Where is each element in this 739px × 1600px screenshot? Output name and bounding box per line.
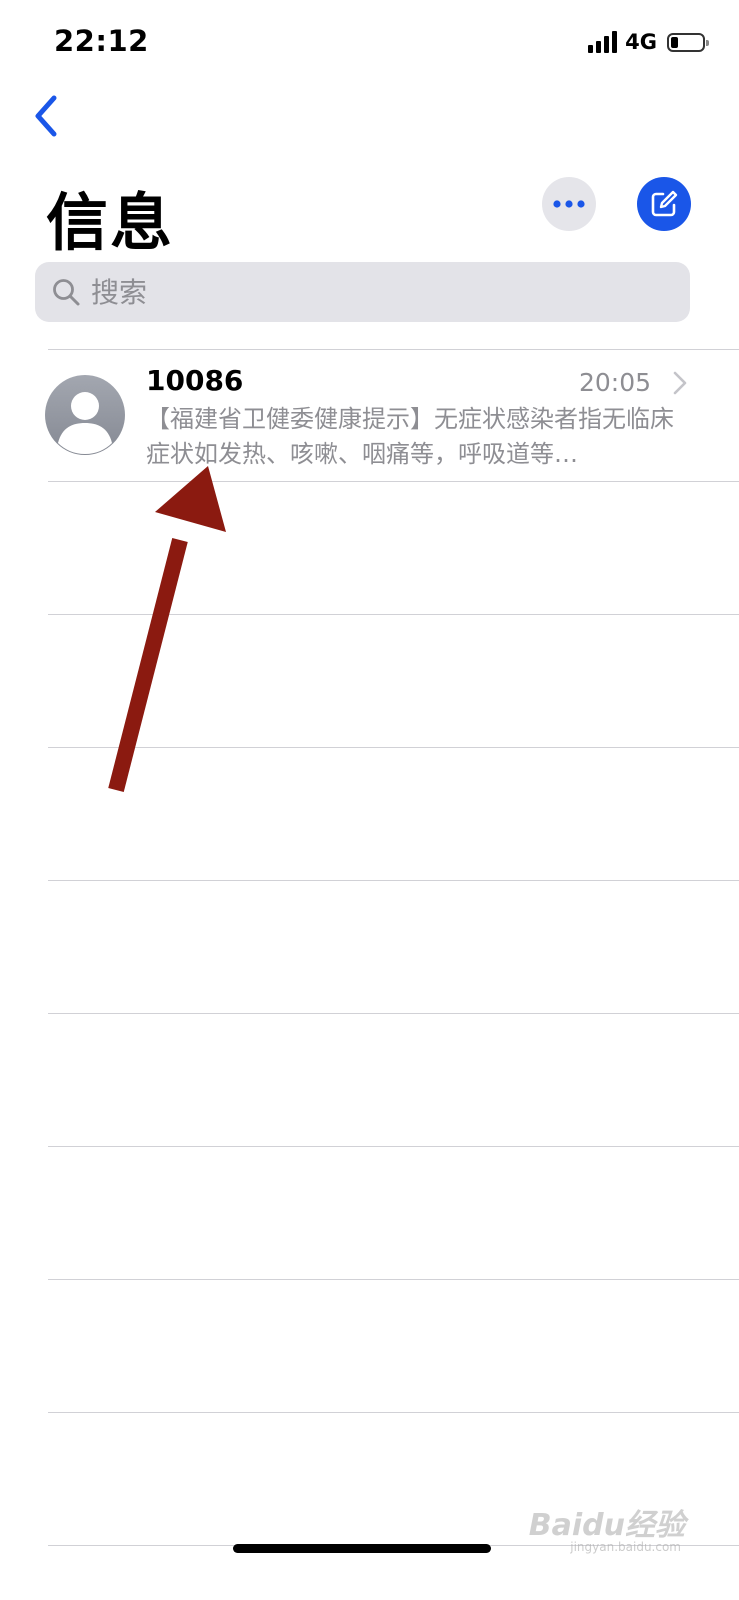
battery-level-fill: [671, 36, 678, 48]
avatar: [45, 375, 125, 455]
ellipsis-icon: [553, 200, 585, 208]
list-divider: [48, 1412, 739, 1413]
list-divider: [48, 747, 739, 748]
messages-screen: 22:12 4G 信息 搜索 10086 20:05 【福建省卫健委健康提示】无…: [0, 0, 739, 1600]
status-indicators: 4G: [588, 30, 709, 54]
chevron-right-icon: [673, 371, 687, 395]
list-divider: [48, 614, 739, 615]
search-icon: [49, 275, 83, 309]
list-divider: [48, 1013, 739, 1014]
search-bar[interactable]: [35, 262, 690, 322]
message-preview: 【福建省卫健委健康提示】无症状感染者指无临床症状如发热、咳嗽、咽痛等，呼吸道等…: [146, 405, 674, 468]
sender-name: 10086: [146, 364, 244, 397]
watermark-url: jingyan.baidu.com: [570, 1540, 681, 1554]
list-divider: [48, 1279, 739, 1280]
search-input[interactable]: [89, 266, 653, 318]
chevron-left-icon: [35, 95, 57, 137]
cellular-signal-icon: [588, 31, 618, 53]
message-time: 20:05: [578, 368, 651, 397]
compose-button[interactable]: [637, 177, 691, 231]
compose-icon: [651, 190, 678, 217]
conversation-row[interactable]: 10086 20:05 【福建省卫健委健康提示】无症状感染者指无临床症状如发热、…: [0, 350, 739, 482]
home-indicator[interactable]: [233, 1544, 491, 1553]
network-type: 4G: [625, 30, 657, 54]
list-divider: [48, 880, 739, 881]
list-divider: [48, 1146, 739, 1147]
back-button[interactable]: [30, 92, 70, 140]
more-options-button[interactable]: [542, 177, 596, 231]
person-icon: [58, 392, 112, 454]
watermark-logo: Baidu经验: [528, 1508, 685, 1543]
battery-icon: [667, 32, 709, 52]
page-title: 信息: [46, 186, 175, 259]
status-time: 22:12: [54, 24, 149, 58]
battery-cap: [706, 39, 709, 46]
